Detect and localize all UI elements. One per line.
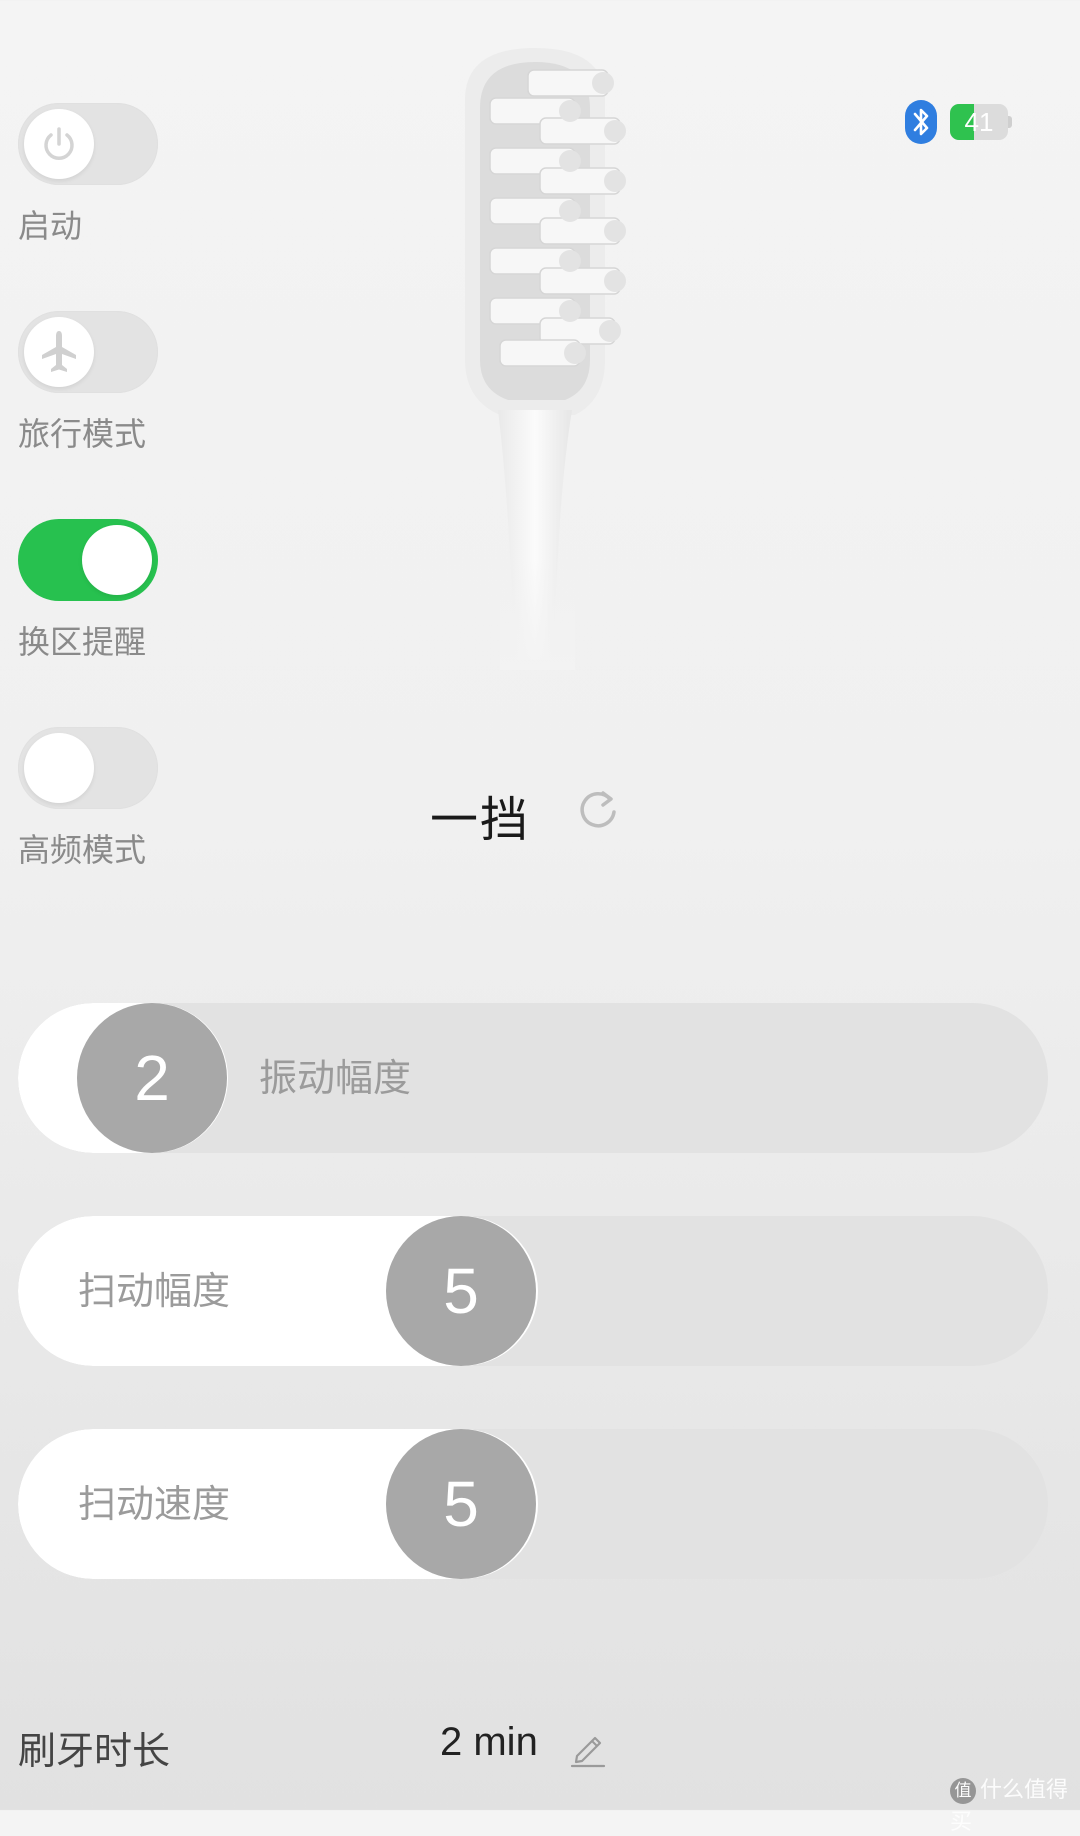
airplane-icon bbox=[42, 331, 76, 372]
pencil-icon[interactable] bbox=[568, 1728, 608, 1768]
gear-level-label: 一挡 bbox=[430, 792, 531, 848]
sweep-amplitude-slider[interactable]: 扫动幅度 5 bbox=[18, 1216, 1048, 1366]
sweep-amplitude-label: 扫动幅度 bbox=[78, 1269, 231, 1313]
zone-reminder-toggle[interactable] bbox=[18, 519, 158, 601]
travel-mode-label: 旅行模式 bbox=[18, 415, 147, 453]
sweep-speed-slider[interactable]: 扫动速度 5 bbox=[18, 1429, 1048, 1579]
battery-indicator: 41 bbox=[950, 104, 1012, 142]
vibration-amplitude-slider[interactable]: 2 振动幅度 bbox=[18, 1003, 1048, 1153]
toggle-knob bbox=[24, 733, 94, 803]
high-frequency-label: 高频模式 bbox=[18, 831, 147, 869]
start-toggle[interactable] bbox=[18, 103, 158, 185]
toggle-knob bbox=[24, 109, 94, 179]
travel-mode-toggle[interactable] bbox=[18, 311, 158, 393]
brushing-duration-label: 刷牙时长 bbox=[18, 1729, 171, 1773]
slider-thumb[interactable]: 5 bbox=[386, 1429, 536, 1579]
watermark-badge: 值 bbox=[950, 1778, 976, 1804]
brushing-duration-value: 2 min bbox=[440, 1720, 538, 1764]
power-icon bbox=[44, 127, 74, 160]
battery-body: 41 bbox=[950, 104, 1008, 140]
toothbrush-head-image bbox=[465, 48, 626, 670]
slider-thumb[interactable]: 5 bbox=[386, 1216, 536, 1366]
sweep-speed-label: 扫动速度 bbox=[78, 1482, 231, 1526]
bluetooth-icon bbox=[905, 100, 937, 144]
toggle-knob bbox=[24, 317, 94, 387]
refresh-icon[interactable] bbox=[574, 784, 624, 834]
high-frequency-toggle[interactable] bbox=[18, 727, 158, 809]
zone-reminder-label: 换区提醒 bbox=[18, 623, 147, 661]
watermark: 值什么值得买 bbox=[950, 1772, 1080, 1836]
battery-cap bbox=[1008, 116, 1012, 128]
slider-thumb[interactable]: 2 bbox=[77, 1003, 227, 1153]
toggle-knob bbox=[82, 525, 152, 595]
vibration-amplitude-label: 振动幅度 bbox=[259, 1056, 412, 1100]
start-label: 启动 bbox=[18, 207, 83, 245]
battery-percent: 41 bbox=[964, 107, 994, 137]
